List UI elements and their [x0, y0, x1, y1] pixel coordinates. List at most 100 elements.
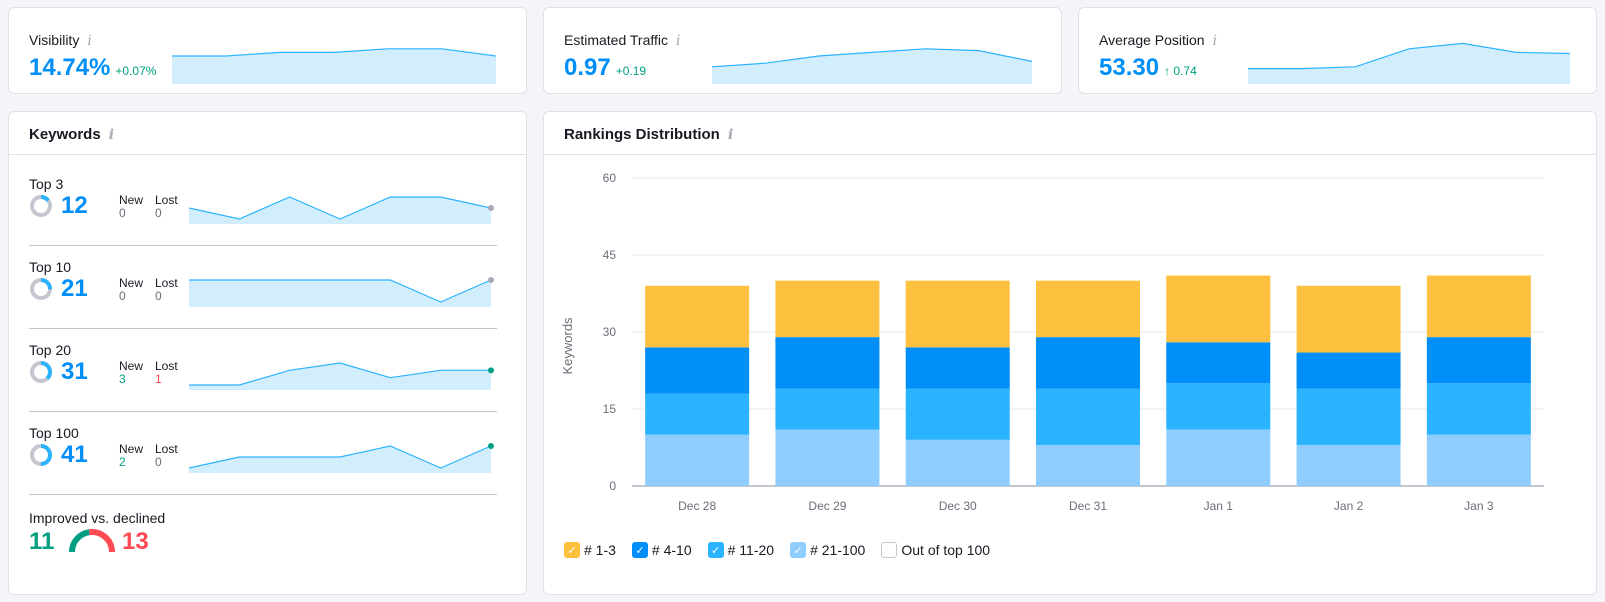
x-tick-label: Dec 29: [808, 499, 846, 513]
checkbox-checked-icon[interactable]: ✓: [707, 542, 724, 558]
bar-segment-410[interactable]: [775, 337, 880, 389]
lost-value: 0: [155, 206, 162, 220]
chart-legend: ✓ # 1-3 ✓ # 4-10 ✓ # 11-20 ✓ # 21-100 Out of top…: [564, 542, 990, 558]
sparkline-area: [712, 48, 1032, 84]
legend-item[interactable]: ✓ # 1-3: [564, 542, 616, 558]
info-icon[interactable]: i: [109, 127, 114, 143]
keyword-row-label: Top 100: [29, 425, 79, 441]
sparkline-last-point: [488, 277, 494, 283]
traffic-sparkline: [712, 48, 1032, 84]
keyword-row[interactable]: Top 3 12 New 0 Lost 0: [29, 162, 497, 246]
improved-declined-label: Improved vs. declined: [29, 510, 166, 526]
bar-segment-1120[interactable]: [1036, 388, 1140, 445]
bar-segment-13[interactable]: [905, 280, 1010, 348]
position-title: Average Position i: [1099, 32, 1218, 49]
declined-arc: [89, 529, 115, 553]
keyword-sparkline: [189, 443, 494, 473]
bar-segment-1120[interactable]: [905, 388, 1010, 440]
lost-keywords: Lost 1: [155, 360, 178, 386]
bar-segment-410[interactable]: [1296, 352, 1401, 389]
traffic-card: Estimated Traffic i 0.97 +0.19: [543, 7, 1062, 94]
improved-arc: [69, 529, 91, 553]
bar-segment-21100[interactable]: [775, 429, 880, 486]
rankings-card: Rankings Distribution i 0 15 30 45 60 Keywords…: [543, 111, 1597, 595]
bar-segment-410[interactable]: [905, 347, 1010, 389]
sparkline-area: [189, 280, 491, 307]
legend-item[interactable]: ✓ # 4-10: [631, 542, 692, 558]
traffic-value: 0.97 +0.19: [564, 54, 647, 81]
info-icon[interactable]: i: [728, 127, 733, 143]
bar-segment-21100[interactable]: [1426, 434, 1531, 486]
keyword-sparkline: [189, 362, 494, 390]
legend-item[interactable]: ✓ # 21-100: [790, 542, 865, 558]
bar-segment-13[interactable]: [645, 285, 750, 348]
bar-segment-21100[interactable]: [1036, 444, 1140, 486]
declined-count: 13: [122, 528, 149, 555]
x-tick-label: Dec 28: [678, 499, 716, 513]
sparkline-area: [189, 363, 491, 390]
keyword-row-count: 41: [61, 441, 88, 468]
rankings-chart: 0 15 30 45 60 Keywords Dec 28 Dec 29 Dec 30 Dec 3…: [560, 171, 1544, 513]
bar-segment-21100[interactable]: [905, 439, 1010, 486]
bar-segment-13[interactable]: [1426, 275, 1531, 338]
checkbox-checked-icon[interactable]: ✓: [564, 542, 580, 558]
traffic-title: Estimated Traffic i: [564, 32, 681, 49]
bar-segment-1120[interactable]: [1166, 383, 1271, 430]
lost-keywords: Lost 0: [155, 194, 178, 220]
bar-segment-13[interactable]: [1296, 285, 1401, 353]
bar-segment-1120[interactable]: [1296, 388, 1401, 445]
legend-label: # 1-3: [584, 542, 616, 558]
x-tick-label: Dec 31: [1069, 499, 1107, 513]
bar-segment-21100[interactable]: [1296, 444, 1401, 486]
lost-keywords: Lost 0: [155, 277, 178, 303]
bar-segment-410[interactable]: [1426, 337, 1531, 384]
bar-segment-13[interactable]: [775, 280, 880, 338]
divider: [29, 494, 497, 495]
y-axis-label: Keywords: [560, 317, 575, 375]
keyword-row-label: Top 20: [29, 342, 72, 358]
info-icon[interactable]: i: [87, 33, 91, 49]
y-tick-label: 0: [609, 479, 616, 493]
bar-segment-13[interactable]: [1036, 280, 1140, 338]
checkbox-checked-icon[interactable]: ✓: [631, 542, 648, 558]
sparkline-area: [1248, 43, 1570, 84]
new-keywords: New 0: [119, 194, 143, 220]
legend-label: Out of top 100: [901, 542, 991, 558]
x-tick-label: Jan 3: [1464, 499, 1494, 513]
info-icon[interactable]: i: [1213, 33, 1217, 49]
checkbox-empty-icon[interactable]: [881, 542, 898, 558]
keyword-row[interactable]: Top 20 31 New 3 Lost 1: [29, 328, 497, 412]
visibility-sparkline: [172, 48, 496, 84]
legend-label: # 11-20: [727, 542, 775, 558]
bar-segment-1120[interactable]: [645, 393, 750, 435]
bar-segment-13[interactable]: [1166, 275, 1271, 343]
position-sparkline: [1248, 42, 1570, 84]
position-delta: ↑ 0.74: [1164, 64, 1197, 78]
visibility-card: Visibility i 14.74% +0.07%: [8, 7, 527, 94]
keyword-share-donut: [30, 444, 52, 466]
bar-segment-1120[interactable]: [1426, 383, 1531, 435]
bar-segment-1120[interactable]: [775, 388, 880, 430]
improved-declined-gauge: [69, 529, 115, 553]
legend-item[interactable]: Out of top 100: [881, 542, 990, 558]
keyword-row[interactable]: Top 100 41 New 2 Lost 0: [29, 411, 497, 495]
keyword-row-label: Top 10: [29, 259, 72, 275]
bar-segment-410[interactable]: [1036, 337, 1140, 389]
y-tick-label: 15: [603, 402, 617, 416]
sparkline-area: [172, 48, 496, 84]
new-keywords: New 3: [119, 360, 143, 386]
traffic-delta: +0.19: [615, 64, 647, 78]
new-keywords: New 2: [119, 443, 143, 469]
legend-item[interactable]: ✓ # 11-20: [707, 542, 775, 558]
keyword-share-donut: [30, 361, 52, 383]
bar-segment-21100[interactable]: [1166, 429, 1271, 486]
visibility-title: Visibility i: [29, 32, 92, 49]
checkbox-checked-icon[interactable]: ✓: [790, 542, 807, 558]
bar-segment-410[interactable]: [645, 347, 750, 394]
keyword-row-count: 31: [61, 358, 88, 385]
bar-segment-410[interactable]: [1166, 342, 1271, 384]
sparkline-last-point: [488, 443, 494, 449]
bar-segment-21100[interactable]: [645, 434, 750, 486]
info-icon[interactable]: i: [676, 33, 680, 49]
keyword-row[interactable]: Top 10 21 New 0 Lost 0: [29, 245, 497, 329]
